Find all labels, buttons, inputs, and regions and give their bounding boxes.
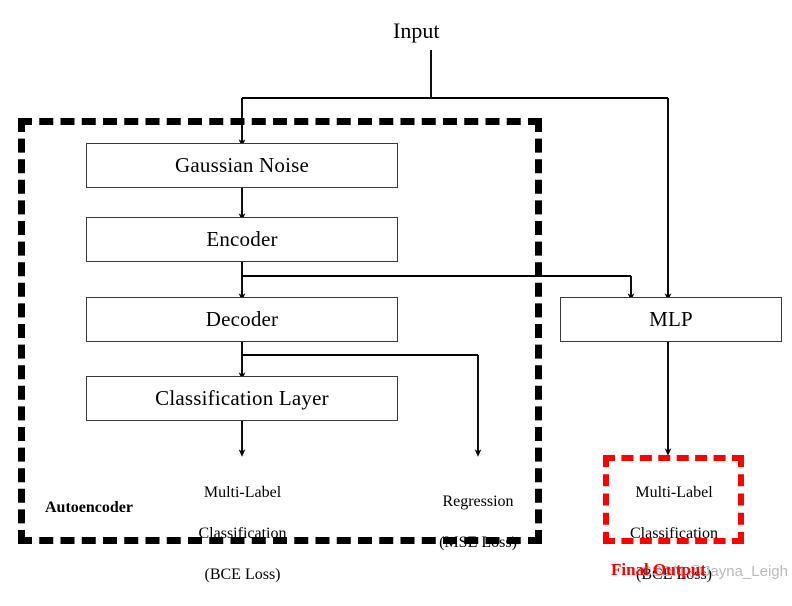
diagram-canvas: Input Gaussian Noise Encoder Decoder Cla… xyxy=(0,0,792,595)
output-ae-multilabel: Multi-Label Classification (BCE Loss) xyxy=(170,463,315,606)
autoencoder-group-label: Autoencoder xyxy=(45,499,133,516)
box-classification-layer-label: Classification Layer xyxy=(155,386,329,410)
output-mlp-multilabel: Multi-Label Classification (BCE Loss) xyxy=(606,463,742,606)
output-ae-multilabel-line3: (BCE Loss) xyxy=(204,566,281,584)
input-label: Input xyxy=(393,18,440,43)
output-regression-line2: (MSE Loss) xyxy=(439,534,517,552)
box-gaussian-noise[interactable]: Gaussian Noise xyxy=(86,143,398,188)
box-gaussian-noise-label: Gaussian Noise xyxy=(174,153,310,177)
output-ae-multilabel-line2: Classification xyxy=(198,525,287,543)
output-ae-multilabel-line1: Multi-Label xyxy=(203,484,282,502)
output-regression-line1: Regression xyxy=(442,493,514,511)
box-decoder-label: Decoder xyxy=(205,307,279,331)
box-encoder-label: Encoder xyxy=(206,227,278,251)
output-mlp-multilabel-line1: Multi-Label xyxy=(635,484,713,502)
final-output-caption: Final Output xyxy=(611,560,706,579)
output-regression: Regression (MSE Loss) xyxy=(410,472,546,574)
box-mlp[interactable]: MLP xyxy=(560,297,782,342)
box-decoder[interactable]: Decoder xyxy=(86,297,398,342)
box-encoder[interactable]: Encoder xyxy=(86,217,398,262)
box-mlp-label: MLP xyxy=(649,307,693,331)
box-classification-layer[interactable]: Classification Layer xyxy=(86,376,398,421)
output-mlp-multilabel-line2: Classification xyxy=(630,525,718,543)
